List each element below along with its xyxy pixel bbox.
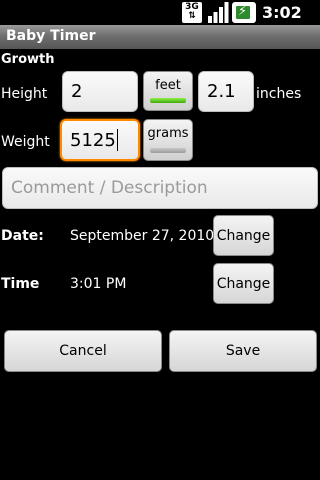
grams-toggle-button[interactable]: grams (143, 119, 193, 161)
cancel-button[interactable]: Cancel (4, 330, 162, 372)
inches-label: inches (256, 86, 302, 102)
feet-toggle-indicator (150, 98, 186, 103)
change-time-label: Change (216, 275, 271, 292)
height-inches-input[interactable]: 2.1 (198, 71, 254, 112)
comment-input[interactable]: Comment / Description (2, 167, 318, 209)
change-date-label: Change (216, 227, 271, 244)
grams-toggle-label: grams (147, 126, 189, 141)
change-time-button[interactable]: Change (213, 263, 274, 304)
height-label: Height (1, 86, 48, 102)
time-label: Time (1, 276, 40, 292)
cancel-label: Cancel (59, 343, 107, 359)
grams-toggle-indicator (150, 148, 186, 153)
status-bar: 3G ⇅ ⚡ 3:02 PM (0, 0, 320, 41)
text-cursor (116, 129, 118, 151)
section-title: Growth (1, 52, 55, 67)
feet-toggle-button[interactable]: feet (143, 71, 193, 111)
signal-icon (208, 2, 229, 23)
date-value: September 27, 2010 (70, 228, 215, 244)
height-inches-value: 2.1 (207, 81, 236, 102)
change-date-button[interactable]: Change (213, 215, 274, 256)
height-feet-input[interactable]: 2 (62, 71, 138, 112)
comment-placeholder: Comment / Description (11, 178, 208, 198)
weight-label: Weight (1, 134, 50, 150)
date-label: Date: (1, 228, 44, 244)
time-value: 3:01 PM (70, 276, 127, 292)
network-3g-icon: 3G ⇅ (182, 2, 202, 23)
feet-toggle-label: feet (155, 78, 181, 93)
weight-value: 5125 (70, 129, 116, 151)
weight-input[interactable]: 5125 (60, 119, 140, 161)
title-bar: Baby Timer (0, 25, 320, 49)
app-title: Baby Timer (6, 28, 96, 44)
battery-charging-icon: ⚡ (232, 2, 256, 23)
save-button[interactable]: Save (169, 330, 317, 372)
height-feet-value: 2 (71, 81, 83, 102)
save-label: Save (225, 343, 261, 359)
